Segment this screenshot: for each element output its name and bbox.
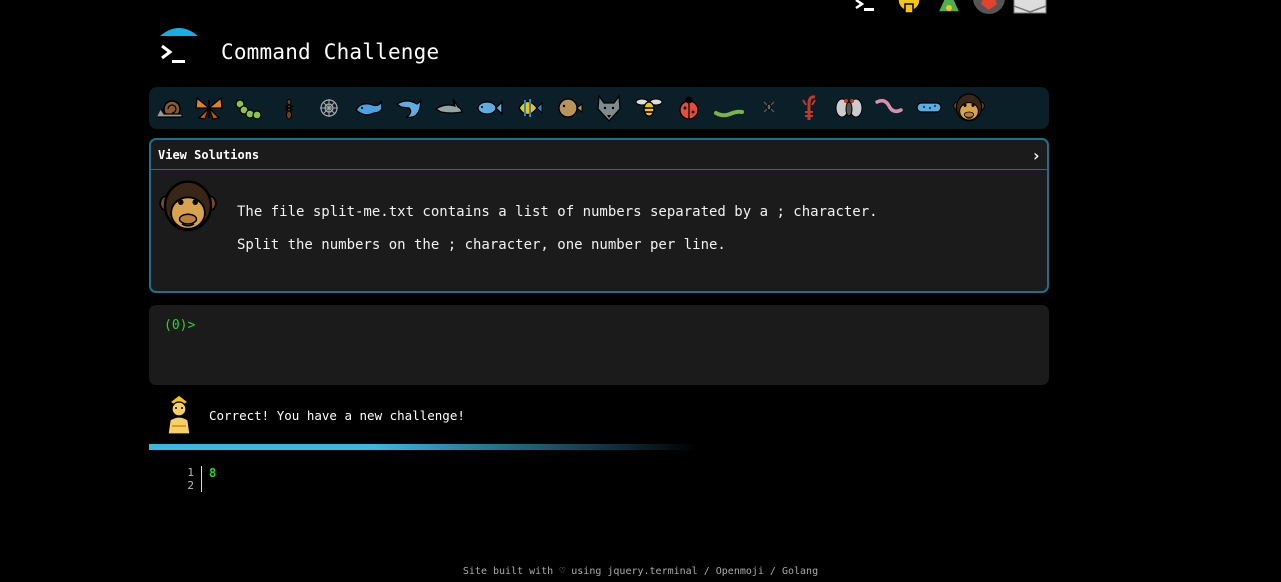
level-shark[interactable] (433, 92, 465, 124)
tree-icon[interactable] (936, 0, 962, 14)
level-fish[interactable] (473, 92, 505, 124)
dolphin-icon (395, 99, 422, 118)
page-title: Command Challenge (221, 40, 440, 64)
bee-icon (635, 98, 663, 117)
challenge-line-1: The file split-me.txt contains a list of… (237, 204, 878, 220)
level-caterpillar[interactable] (233, 92, 265, 124)
progress-bar (149, 444, 709, 450)
chevron-right-icon: › (1031, 146, 1041, 165)
progress-fill (149, 444, 709, 450)
scorpion-icon (802, 95, 816, 120)
gutter-divider (201, 466, 202, 492)
challenge-line-2: Split the numbers on the ; character, on… (237, 237, 726, 253)
lightbulb-icon[interactable] (896, 0, 922, 14)
gitlab-icon[interactable] (972, 0, 1006, 14)
blowfish-icon (558, 98, 583, 118)
snail-icon (157, 100, 183, 118)
level-wolf[interactable] (593, 92, 625, 124)
level-snail[interactable] (154, 92, 186, 124)
level-earthworm[interactable] (873, 92, 905, 124)
tropical-fish-icon (518, 99, 543, 117)
terminal[interactable]: (0)> (149, 305, 1049, 385)
level-fly[interactable] (833, 92, 865, 124)
ladybug-icon (679, 96, 699, 120)
feedback-message: Correct! You have a new challenge! (209, 408, 465, 423)
level-whale[interactable] (353, 92, 385, 124)
terminal-nav-icon[interactable] (852, 0, 878, 14)
level-tropical-fish[interactable] (513, 92, 545, 124)
genie-icon (167, 394, 191, 435)
whale-icon (355, 100, 383, 116)
challenge-panel: View Solutions › The file split-me.txt c… (149, 138, 1049, 293)
worm-icon (714, 109, 744, 118)
view-solutions-toggle[interactable]: View Solutions › (151, 140, 1047, 170)
terminal-prompt: (0)> (164, 318, 196, 333)
fly-icon (835, 98, 863, 118)
butterfly-icon (195, 96, 223, 120)
fish-icon (477, 100, 503, 116)
ant-icon (284, 99, 294, 120)
view-solutions-label: View Solutions (158, 148, 260, 162)
level-chimpanzee[interactable] (953, 92, 985, 124)
microbe-icon (916, 102, 942, 113)
level-scorpion[interactable] (793, 92, 825, 124)
level-microbe[interactable] (913, 92, 945, 124)
top-nav-icons (852, 0, 1048, 14)
level-butterfly[interactable] (193, 92, 225, 124)
spider-web-icon (320, 99, 338, 117)
level-spider-web[interactable] (313, 92, 345, 124)
level-worm[interactable] (713, 92, 745, 124)
chimpanzee-icon (953, 93, 985, 122)
line-number: 2 (187, 479, 194, 492)
level-dolphin[interactable] (393, 92, 425, 124)
spider-icon (763, 101, 775, 113)
brand[interactable]: Command Challenge (157, 24, 477, 72)
level-spider[interactable] (753, 92, 785, 124)
level-ant[interactable] (273, 92, 305, 124)
wolf-icon (597, 94, 621, 122)
shark-icon (434, 98, 463, 114)
chimpanzee-avatar-icon (159, 180, 217, 232)
level-bar (149, 87, 1049, 129)
level-bee[interactable] (633, 92, 665, 124)
earthworm-icon (875, 98, 903, 114)
footer: Site built with ♡ using jquery.terminal … (462, 566, 819, 577)
mail-icon[interactable] (1012, 0, 1048, 14)
line-number: 1 (187, 466, 194, 479)
output-value: 8 (209, 466, 217, 480)
terminal-logo-icon (160, 28, 198, 63)
level-blowfish[interactable] (553, 92, 585, 124)
caterpillar-icon (235, 99, 262, 120)
level-ladybug[interactable] (673, 92, 705, 124)
